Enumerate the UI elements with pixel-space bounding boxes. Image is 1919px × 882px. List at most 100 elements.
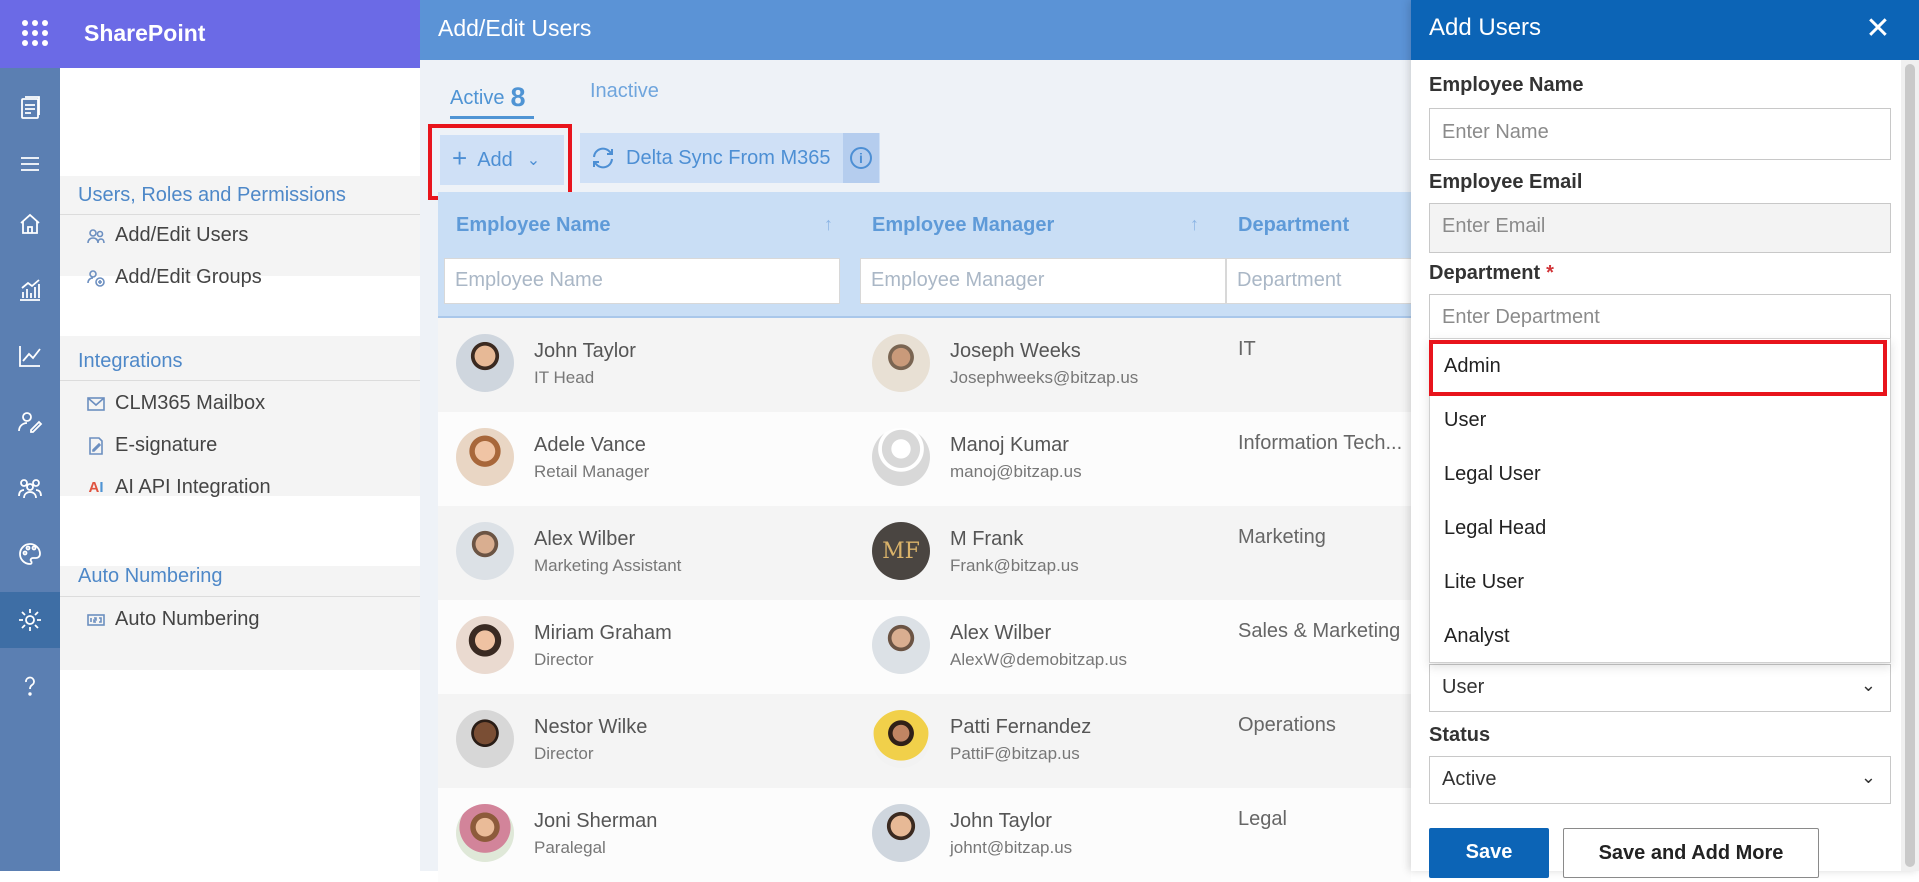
- manager-name: M Frank: [950, 528, 1024, 550]
- team-icon[interactable]: [0, 460, 60, 516]
- app-header: SharePoint: [0, 0, 420, 68]
- nav-divider: [60, 380, 420, 381]
- employee-name-label: Employee Name: [1429, 74, 1584, 96]
- nav-section-users: Users, Roles and Permissions: [78, 184, 346, 206]
- dropdown-option-legal-head[interactable]: Legal Head: [1444, 517, 1546, 540]
- manager-email: Josephweeks@bitzap.us: [950, 368, 1139, 387]
- grid-header: Employee Name ↑ Employee Manager ↑ Depar…: [438, 192, 1411, 318]
- avatar: [456, 334, 514, 392]
- employee-title: Director: [534, 650, 594, 669]
- panel-title: Add Users: [1429, 14, 1542, 41]
- avatar: [872, 428, 930, 486]
- department-input[interactable]: Enter Department: [1429, 294, 1891, 342]
- settings-nav: Users, Roles and Permissions Add/Edit Us…: [60, 68, 420, 871]
- status-label: Status: [1429, 724, 1491, 746]
- avatar: [872, 616, 930, 674]
- numbering-icon: [85, 609, 107, 631]
- delta-sync-label: Delta Sync From M365: [626, 146, 831, 169]
- panel-header: Add Users ✕: [1411, 0, 1919, 60]
- nav-item-add-edit-groups[interactable]: Add/Edit Groups: [85, 266, 262, 289]
- sort-up-icon[interactable]: ↑: [824, 214, 833, 235]
- nav-item-label: CLM365 Mailbox: [115, 392, 266, 414]
- tab-active-label: Active: [450, 87, 505, 109]
- employee-title: IT Head: [534, 368, 595, 387]
- group-add-icon: [85, 267, 107, 289]
- status-select-value: Active: [1442, 768, 1497, 790]
- employee-title: Paralegal: [534, 838, 606, 857]
- role-select[interactable]: User ⌄: [1429, 664, 1891, 712]
- highlight-box: [428, 124, 572, 200]
- panel-scrollbar[interactable]: [1901, 60, 1919, 871]
- main-header: Add/Edit Users: [420, 0, 1411, 60]
- table-row[interactable]: John Taylor IT Head Joseph Weeks Josephw…: [438, 318, 1411, 412]
- clm-icon[interactable]: [0, 80, 60, 136]
- employee-name: Joni Sherman: [534, 810, 658, 832]
- nav-item-e-signature[interactable]: E-signature: [85, 434, 217, 457]
- close-icon[interactable]: ✕: [1863, 14, 1893, 44]
- table-row[interactable]: Miriam Graham Director Alex Wilber AlexW…: [438, 600, 1411, 694]
- tab-active-count: 8: [510, 82, 526, 112]
- dropdown-option-user[interactable]: User: [1444, 409, 1486, 432]
- signature-icon: [85, 435, 107, 457]
- ai-icon: AI: [88, 479, 104, 496]
- palette-icon[interactable]: [0, 526, 60, 582]
- column-header-department[interactable]: Department: [1238, 214, 1349, 237]
- manager-email: AlexW@demobitzap.us: [950, 650, 1127, 669]
- avatar: [872, 710, 930, 768]
- info-icon[interactable]: i: [843, 133, 879, 183]
- avatar: MF: [872, 522, 930, 580]
- sort-up-icon[interactable]: ↑: [1190, 214, 1199, 235]
- tab-inactive[interactable]: Inactive: [590, 80, 659, 103]
- department-label: Department *: [1429, 262, 1554, 285]
- department-value: Information Tech...: [1238, 432, 1403, 454]
- employee-title: Marketing Assistant: [534, 556, 682, 575]
- employee-name-input[interactable]: Enter Name: [1429, 108, 1891, 160]
- filter-employee-manager[interactable]: Employee Manager: [860, 258, 1226, 304]
- department-value: Operations: [1238, 714, 1336, 736]
- nav-item-ai-api-integration[interactable]: AI AI API Integration: [85, 476, 271, 499]
- tab-active[interactable]: Active 8: [450, 80, 526, 112]
- app-name[interactable]: SharePoint: [84, 20, 205, 47]
- employee-name: Alex Wilber: [534, 528, 636, 550]
- settings-icon[interactable]: [0, 592, 60, 648]
- mail-icon: [85, 393, 107, 415]
- nav-item-clm365-mailbox[interactable]: CLM365 Mailbox: [85, 392, 265, 415]
- nav-section-integrations: Integrations: [78, 350, 183, 372]
- delta-sync-button[interactable]: Delta Sync From M365: [580, 133, 880, 183]
- column-header-employee-manager[interactable]: Employee Manager: [872, 214, 1054, 237]
- dropdown-option-analyst[interactable]: Analyst: [1444, 625, 1510, 648]
- analytics-icon[interactable]: [0, 262, 60, 318]
- home-icon[interactable]: [0, 196, 60, 252]
- sync-icon: [593, 147, 613, 169]
- filter-department[interactable]: Department: [1226, 258, 1411, 304]
- employee-title: Retail Manager: [534, 462, 650, 481]
- nav-item-label: AI API Integration: [115, 476, 271, 498]
- avatar: [872, 334, 930, 392]
- table-row[interactable]: Joni Sherman Paralegal John Taylor johnt…: [438, 788, 1411, 882]
- manager-name: Joseph Weeks: [950, 340, 1081, 362]
- user-sign-icon[interactable]: [0, 394, 60, 450]
- filter-employee-name[interactable]: Employee Name: [444, 258, 840, 304]
- avatar: [456, 616, 514, 674]
- nav-item-label: E-signature: [115, 434, 218, 456]
- employee-email-input[interactable]: Enter Email: [1429, 203, 1891, 253]
- department-value: Marketing: [1238, 526, 1326, 548]
- trend-icon[interactable]: [0, 328, 60, 384]
- table-row[interactable]: Alex Wilber Marketing Assistant MF M Fra…: [438, 506, 1411, 600]
- nav-item-auto-numbering[interactable]: Auto Numbering: [85, 608, 260, 631]
- column-header-employee-name[interactable]: Employee Name: [456, 214, 611, 237]
- table-row[interactable]: Nestor Wilke Director Patti Fernandez Pa…: [438, 694, 1411, 788]
- app-launcher-icon[interactable]: [22, 20, 48, 46]
- menu-icon[interactable]: [0, 136, 60, 192]
- employee-name: John Taylor: [534, 340, 636, 362]
- dropdown-option-legal-user[interactable]: Legal User: [1444, 463, 1541, 486]
- nav-item-add-edit-users[interactable]: Add/Edit Users: [85, 224, 248, 247]
- status-select[interactable]: Active ⌄: [1429, 756, 1891, 804]
- help-icon[interactable]: [0, 658, 60, 714]
- employee-name: Adele Vance: [534, 434, 646, 456]
- table-row[interactable]: Adele Vance Retail Manager Manoj Kumar m…: [438, 412, 1411, 506]
- nav-divider: [60, 596, 420, 597]
- manager-email: PattiF@bitzap.us: [950, 744, 1080, 763]
- avatar: [456, 710, 514, 768]
- dropdown-option-lite-user[interactable]: Lite User: [1444, 571, 1524, 594]
